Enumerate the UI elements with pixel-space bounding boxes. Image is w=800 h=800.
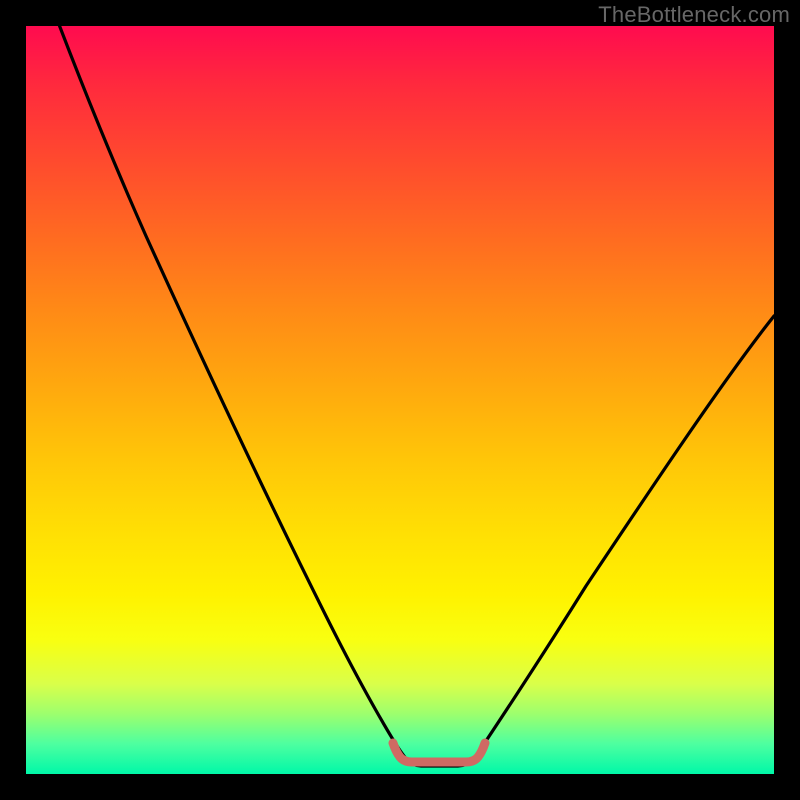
curve-path <box>26 26 774 766</box>
plot-area <box>26 26 774 774</box>
watermark-text: TheBottleneck.com <box>598 2 790 28</box>
chart-frame: TheBottleneck.com <box>0 0 800 800</box>
bottleneck-curve <box>26 26 774 774</box>
flat-minimum-marker <box>393 743 485 762</box>
